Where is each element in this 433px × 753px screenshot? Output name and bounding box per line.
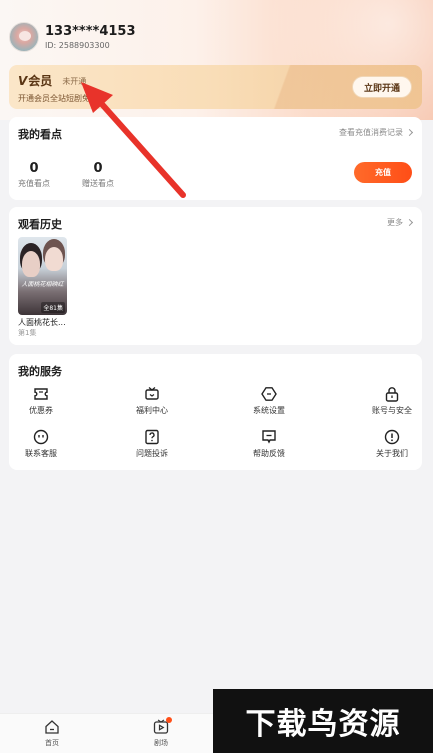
poster-title-art: 人面桃花相映红 [21,281,64,288]
nav-home[interactable]: 首页 [22,719,82,748]
home-icon [44,719,60,735]
info-icon [384,429,400,445]
vip-description: 开通会员全站短剧免费看 [18,94,106,103]
points-title: 我的看点 [18,128,62,141]
user-id: ID: 2588903300 [45,40,110,50]
recharge-points[interactable]: 0 充值看点 [18,161,50,190]
gift-tv-icon [144,386,160,402]
nav-theater[interactable]: 剧场 [131,717,191,748]
avatar[interactable] [9,22,39,52]
nav-theater-label: 剧场 [154,739,168,747]
episode-count-badge: 全81集 [41,302,65,313]
service-label: 优惠券 [29,406,53,415]
recharge-points-label: 充值看点 [18,179,50,188]
services-title: 我的服务 [18,365,62,378]
history-more-link[interactable]: 更多 [387,217,414,228]
gift-points[interactable]: 0 赠送看点 [82,161,114,190]
question-icon [144,429,160,445]
service-label: 联系客服 [25,449,57,458]
history-title: 观看历史 [18,218,62,231]
service-about-us[interactable]: 关于我们 [357,429,427,459]
service-label: 账号与安全 [372,406,412,415]
service-account-security[interactable]: 账号与安全 [357,386,427,416]
vip-card[interactable]: V 会员 未开通 开通会员全站短剧免费看 立即开通 [9,65,422,109]
nav-home-label: 首页 [45,739,59,747]
vip-logo-mark: V [18,73,28,88]
service-welfare[interactable]: 福利中心 [117,386,187,416]
recharge-button[interactable]: 充值 [354,162,412,183]
points-card: 我的看点 查看充值消费记录 0 充值看点 0 赠送看点 充值 [9,117,422,200]
points-records-label: 查看充值消费记录 [339,128,403,137]
service-label: 福利中心 [136,406,168,415]
play-icon [153,717,172,735]
history-card: 观看历史 更多 人面桃花相映红 全81集 人面桃花长... 第1集 [9,207,422,345]
vip-open-button[interactable]: 立即开通 [352,76,412,98]
vip-status: 未开通 [62,76,87,86]
history-item-poster[interactable]: 人面桃花相映红 全81集 [18,237,67,315]
service-coupons[interactable]: 优惠券 [6,386,76,416]
ticket-icon [33,386,49,402]
service-customer-service[interactable]: 联系客服 [6,429,76,459]
user-profile[interactable]: 133****4153 ID: 2588903300 [9,22,136,52]
vip-title: 会员 [28,74,53,88]
feedback-icon [261,429,277,445]
chevron-right-icon [405,128,414,137]
lock-icon [384,386,400,402]
settings-icon [261,386,277,402]
notification-dot [166,717,172,723]
service-label: 系统设置 [253,406,285,415]
service-label: 问题投诉 [136,449,168,458]
gift-points-label: 赠送看点 [82,179,114,188]
service-label: 帮助反馈 [253,449,285,458]
services-card: 我的服务 优惠券 福利中心 系统设置 账号与安全 联系客服 问题投诉 帮助反馈 … [9,354,422,470]
history-more-label: 更多 [387,218,403,227]
smile-icon [33,429,49,445]
service-settings[interactable]: 系统设置 [234,386,304,416]
gift-points-value: 0 [93,161,103,176]
points-records-link[interactable]: 查看充值消费记录 [339,127,414,138]
service-complaint[interactable]: 问题投诉 [117,429,187,459]
chevron-right-icon [405,218,414,227]
service-help-feedback[interactable]: 帮助反馈 [234,429,304,459]
history-item-episode: 第1集 [18,329,37,337]
user-phone: 133****4153 [45,23,136,39]
vip-logo: V 会员 未开通 [18,72,86,89]
watermark-logo: 下载鸟资源 [213,689,433,753]
service-label: 关于我们 [376,449,408,458]
history-item-title[interactable]: 人面桃花长... [18,317,78,328]
recharge-points-value: 0 [29,161,39,176]
